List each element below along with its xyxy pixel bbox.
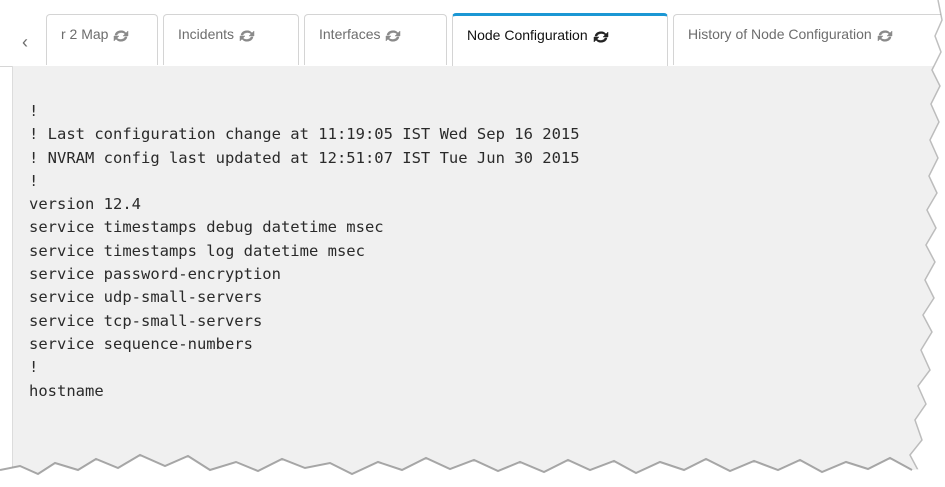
config-line: service password-encryption xyxy=(29,265,281,284)
tab-incidents[interactable]: Incidents xyxy=(163,14,299,65)
config-line: version 12.4 xyxy=(29,195,141,214)
tab-node-configuration[interactable]: Node Configuration xyxy=(452,13,668,66)
config-line: ! xyxy=(29,358,39,377)
refresh-icon[interactable] xyxy=(112,29,130,43)
node-view-window: ‹ r 2 Map Incidents Interfaces Node Conf… xyxy=(0,0,945,487)
config-line: service tcp-small-servers xyxy=(29,311,263,330)
chevron-left-icon[interactable]: ‹ xyxy=(22,33,38,51)
config-line: ! xyxy=(29,171,39,190)
config-line: service timestamps log datetime msec xyxy=(29,241,365,260)
config-text: ! ! Last configuration change at 11:19:0… xyxy=(29,100,580,403)
refresh-icon[interactable] xyxy=(384,29,402,43)
config-line: ! Last configuration change at 11:19:05 … xyxy=(29,125,580,144)
tab-label: Incidents xyxy=(178,26,235,42)
config-line: ! NVRAM config last updated at 12:51:07 … xyxy=(29,148,580,167)
refresh-icon[interactable] xyxy=(876,29,894,43)
tab-history-of-node-configuration[interactable]: History of Node Configuration xyxy=(673,14,945,65)
refresh-icon[interactable] xyxy=(238,29,256,43)
tab-interfaces[interactable]: Interfaces xyxy=(304,14,447,65)
tab-label: History of Node Configuration xyxy=(688,26,872,42)
refresh-icon[interactable] xyxy=(592,30,610,44)
tab-bar: ‹ r 2 Map Incidents Interfaces Node Conf… xyxy=(0,13,945,67)
tab-label: Interfaces xyxy=(319,26,381,42)
node-configuration-panel[interactable]: ! ! Last configuration change at 11:19:0… xyxy=(12,66,945,487)
config-line: service timestamps debug datetime msec xyxy=(29,218,384,237)
config-line: ! xyxy=(29,102,39,120)
config-line: hostname xyxy=(29,381,104,400)
config-line: service udp-small-servers xyxy=(29,288,263,307)
tab-map[interactable]: r 2 Map xyxy=(46,14,158,65)
tab-label: r 2 Map xyxy=(61,26,109,42)
config-line: service sequence-numbers xyxy=(29,334,253,353)
tab-label: Node Configuration xyxy=(467,27,588,43)
